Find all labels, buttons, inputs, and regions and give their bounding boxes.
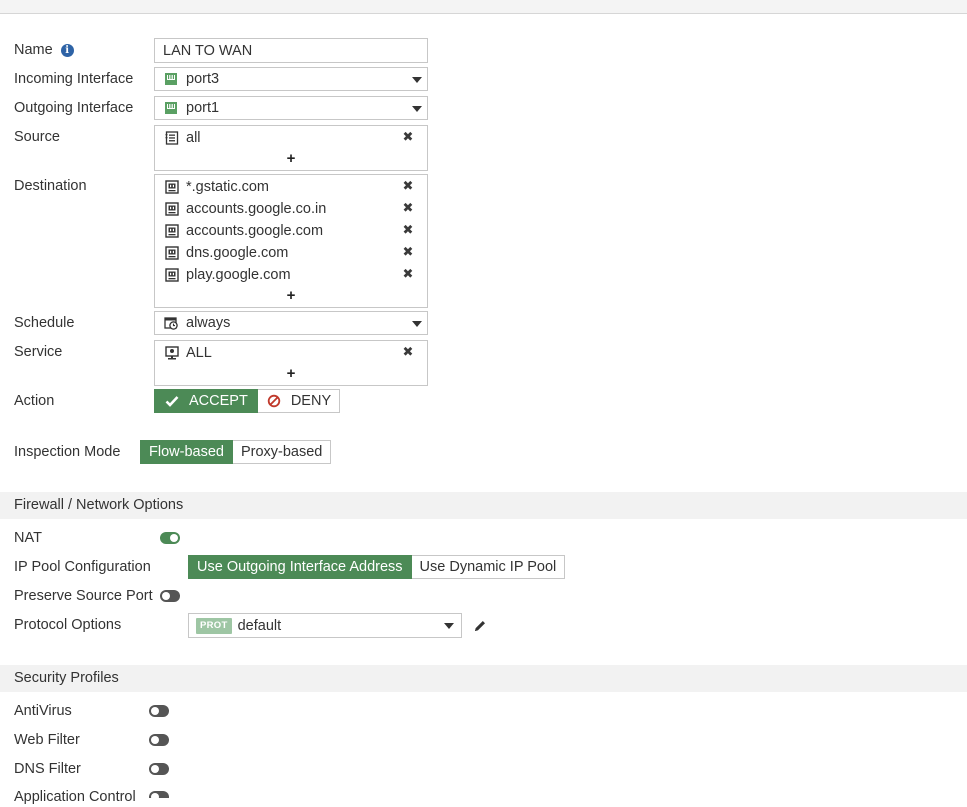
use-dynamic-ip-pool-button[interactable]: Use Dynamic IP Pool <box>411 555 566 579</box>
list-item: all ✖ <box>165 127 419 149</box>
chevron-down-icon <box>444 623 454 629</box>
chevron-down-icon <box>412 321 422 327</box>
close-icon[interactable]: ✖ <box>402 245 414 259</box>
close-icon[interactable]: ✖ <box>402 179 414 193</box>
list-item: accounts.google.co.in ✖ <box>165 198 419 220</box>
close-icon[interactable]: ✖ <box>402 223 414 237</box>
chevron-down-icon <box>412 77 422 83</box>
close-icon[interactable]: ✖ <box>402 201 414 215</box>
schedule-label: Schedule <box>14 315 75 331</box>
web-filter-toggle[interactable] <box>149 734 169 746</box>
protocol-badge: PROT <box>196 617 232 634</box>
network-port-icon <box>164 72 178 86</box>
source-list: all ✖ + <box>154 125 428 171</box>
list-item: accounts.google.com ✖ <box>165 220 419 242</box>
incoming-interface-label: Incoming Interface <box>14 71 134 87</box>
action-toggle-group: ACCEPT DENY <box>154 389 341 413</box>
flow-based-button[interactable]: Flow-based <box>140 440 233 464</box>
nat-toggle[interactable] <box>160 532 180 544</box>
service-list: ALL ✖ + <box>154 340 428 386</box>
address-icon <box>165 131 179 145</box>
fqdn-address-icon <box>165 246 179 260</box>
incoming-interface-select[interactable]: port3 <box>154 67 428 91</box>
web-filter-label: Web Filter <box>14 732 80 748</box>
list-item: play.google.com ✖ <box>165 264 419 286</box>
protocol-options-value: default <box>237 617 282 634</box>
schedule-icon <box>164 316 178 330</box>
incoming-interface-value: port3 <box>186 71 220 87</box>
name-input[interactable] <box>154 38 428 63</box>
outgoing-interface-value: port1 <box>186 100 220 116</box>
nat-label: NAT <box>14 530 42 546</box>
ip-pool-configuration-label: IP Pool Configuration <box>14 559 151 575</box>
security-profiles-header: Security Profiles <box>0 665 967 692</box>
preserve-source-port-label: Preserve Source Port <box>14 588 153 604</box>
dns-filter-label: DNS Filter <box>14 761 81 777</box>
accept-button[interactable]: ACCEPT <box>154 389 258 413</box>
action-label: Action <box>14 393 55 409</box>
protocol-options-label: Protocol Options <box>14 617 122 633</box>
list-item: dns.google.com ✖ <box>165 242 419 264</box>
antivirus-toggle[interactable] <box>149 705 169 717</box>
network-port-icon <box>164 101 178 115</box>
fqdn-address-icon <box>165 224 179 238</box>
application-control-toggle[interactable] <box>149 791 169 801</box>
close-icon[interactable]: ✖ <box>402 130 414 144</box>
list-item: ALL ✖ <box>165 342 419 364</box>
chevron-down-icon <box>412 106 422 112</box>
pencil-icon[interactable] <box>473 619 487 633</box>
name-label: Name i <box>14 40 74 60</box>
list-item: *.gstatic.com ✖ <box>165 176 419 198</box>
service-icon <box>165 346 179 360</box>
info-icon[interactable]: i <box>60 44 74 57</box>
service-label: Service <box>14 344 63 360</box>
inspection-mode-label: Inspection Mode <box>14 444 121 460</box>
inspection-mode-toggle-group: Flow-based Proxy-based <box>140 440 332 464</box>
add-source-button[interactable]: + <box>155 150 427 168</box>
schedule-value: always <box>186 315 231 331</box>
antivirus-label: AntiVirus <box>14 703 72 719</box>
deny-icon <box>267 394 281 408</box>
fqdn-address-icon <box>165 202 179 216</box>
add-service-button[interactable]: + <box>155 365 427 383</box>
dns-filter-toggle[interactable] <box>149 763 169 775</box>
preserve-source-port-toggle[interactable] <box>160 590 180 602</box>
protocol-options-select[interactable]: PROT default <box>188 613 462 638</box>
close-icon[interactable]: ✖ <box>402 267 414 281</box>
destination-label: Destination <box>14 178 87 194</box>
deny-button[interactable]: DENY <box>257 389 341 413</box>
application-control-label: Application Control <box>14 789 136 805</box>
source-label: Source <box>14 129 60 145</box>
outgoing-interface-label: Outgoing Interface <box>14 100 134 116</box>
close-icon[interactable]: ✖ <box>402 345 414 359</box>
proxy-based-button[interactable]: Proxy-based <box>232 440 332 464</box>
top-bar <box>0 0 967 14</box>
fqdn-address-icon <box>165 268 179 282</box>
check-icon <box>165 396 179 407</box>
ip-pool-toggle-group: Use Outgoing Interface Address Use Dynam… <box>188 555 566 579</box>
use-outgoing-interface-address-button[interactable]: Use Outgoing Interface Address <box>188 555 412 579</box>
add-destination-button[interactable]: + <box>155 287 427 305</box>
firewall-network-options-header: Firewall / Network Options <box>0 492 967 519</box>
fqdn-address-icon <box>165 180 179 194</box>
outgoing-interface-select[interactable]: port1 <box>154 96 428 120</box>
destination-list: *.gstatic.com ✖ accounts.google.co.in ✖ … <box>154 174 428 308</box>
schedule-select[interactable]: always <box>154 311 428 335</box>
